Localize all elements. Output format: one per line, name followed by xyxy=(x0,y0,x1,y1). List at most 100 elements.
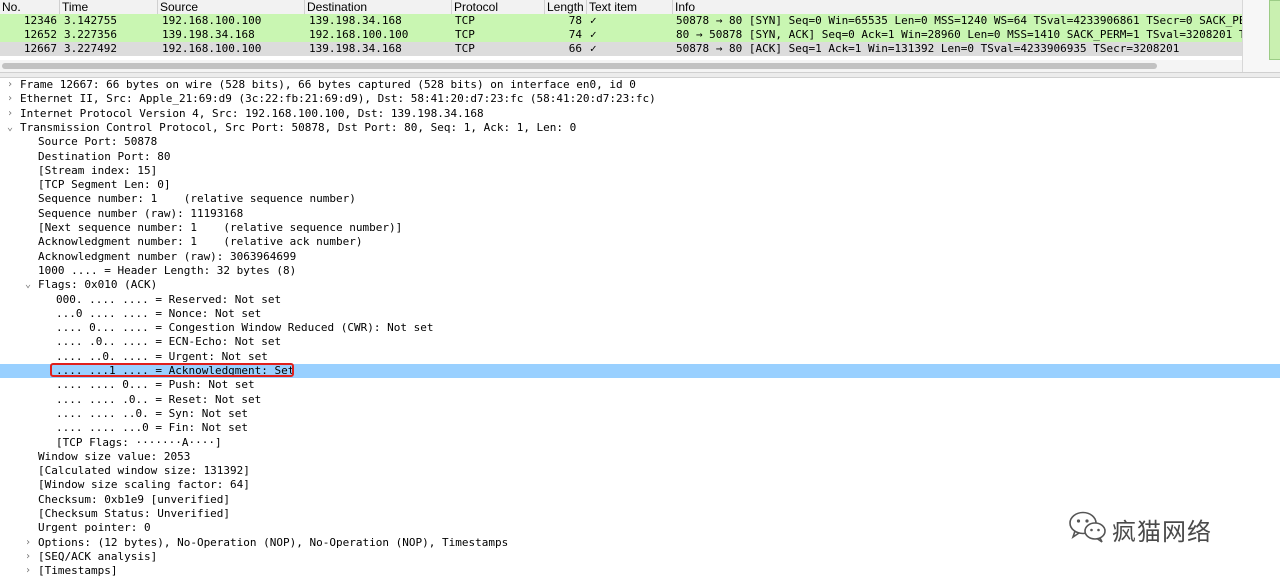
detail-text: Internet Protocol Version 4, Src: 192.16… xyxy=(20,106,484,120)
packet-length: 66 xyxy=(568,42,582,55)
packet-destination: 192.168.100.100 xyxy=(309,28,409,41)
detail-row[interactable]: › [SEQ/ACK analysis] xyxy=(0,550,1280,564)
packet-row-selected[interactable]: 12667 3.227492 192.168.100.100 139.198.3… xyxy=(0,42,1242,56)
packet-list-pane[interactable]: No. Time Source Destination Protocol Len… xyxy=(0,0,1280,72)
packet-no: 12652 xyxy=(23,28,57,41)
detail-row[interactable]: .... .... 0... = Push: Not set xyxy=(0,378,1280,392)
column-header-text-item[interactable]: Text item xyxy=(587,0,673,14)
detail-row[interactable]: .... .0.. .... = ECN-Echo: Not set xyxy=(0,335,1280,349)
column-header-time[interactable]: Time xyxy=(60,0,158,14)
detail-text: .... .... ...0 = Fin: Not set xyxy=(56,421,249,435)
packet-list-header: No. Time Source Destination Protocol Len… xyxy=(0,0,1242,15)
collapsed-arrow-icon[interactable]: › xyxy=(4,92,16,106)
detail-row[interactable]: [Calculated window size: 131392] xyxy=(0,464,1280,478)
watermark: 疯猫网络 xyxy=(1068,510,1248,546)
detail-row[interactable]: ⌄ Flags: 0x010 (ACK) xyxy=(0,278,1280,292)
detail-row[interactable]: [Next sequence number: 1 (relative seque… xyxy=(0,221,1280,235)
packet-protocol: TCP xyxy=(455,42,475,55)
detail-row[interactable]: Acknowledgment number (raw): 3063964699 xyxy=(0,250,1280,264)
collapsed-arrow-icon[interactable]: › xyxy=(4,78,16,92)
detail-text: [TCP Segment Len: 0] xyxy=(38,178,171,192)
scrollbar-thumb[interactable] xyxy=(2,63,1157,69)
packet-source: 192.168.100.100 xyxy=(162,14,262,27)
annotation-highlight-box xyxy=(50,363,294,377)
column-header-length[interactable]: Length xyxy=(545,0,587,14)
detail-text: .... .... .0.. = Reset: Not set xyxy=(56,392,262,406)
packet-source: 192.168.100.100 xyxy=(162,42,262,55)
collapsed-arrow-icon[interactable]: › xyxy=(22,536,34,550)
packet-row[interactable]: 12652 3.227356 139.198.34.168 192.168.10… xyxy=(0,28,1242,42)
column-header-source[interactable]: Source xyxy=(158,0,305,14)
detail-row[interactable]: Destination Port: 80 xyxy=(0,150,1280,164)
detail-text: Transmission Control Protocol, Src Port:… xyxy=(20,120,577,134)
detail-row[interactable]: Checksum: 0xb1e9 [unverified] xyxy=(0,493,1280,507)
packet-row[interactable]: 12346 3.142755 192.168.100.100 139.198.3… xyxy=(0,14,1242,28)
detail-text: [Window size scaling factor: 64] xyxy=(38,478,250,492)
detail-row[interactable]: [Window size scaling factor: 64] xyxy=(0,478,1280,492)
detail-row[interactable]: .... .... .0.. = Reset: Not set xyxy=(0,393,1280,407)
detail-row[interactable]: [TCP Segment Len: 0] xyxy=(0,178,1280,192)
detail-row[interactable]: › Internet Protocol Version 4, Src: 192.1… xyxy=(0,107,1280,121)
packet-details-pane[interactable]: › Frame 12667: 66 bytes on wire (528 bits… xyxy=(0,78,1280,584)
detail-text: Acknowledgment number: 1 (relative ack n… xyxy=(38,235,363,249)
packet-time: 3.142755 xyxy=(64,14,117,27)
detail-text: [Timestamps] xyxy=(38,564,118,578)
detail-row[interactable]: Sequence number (raw): 11193168 xyxy=(0,207,1280,221)
detail-row[interactable]: Window size value: 2053 xyxy=(0,450,1280,464)
detail-row[interactable]: › Ethernet II, Src: Apple_21:69:d9 (3c:22… xyxy=(0,92,1280,106)
detail-text: .... 0... .... = Congestion Window Reduc… xyxy=(56,321,434,335)
collapsed-arrow-icon[interactable]: › xyxy=(22,550,34,564)
packet-no: 12667 xyxy=(23,42,57,55)
detail-text: .... .... 0... = Push: Not set xyxy=(56,378,255,392)
expanded-arrow-icon[interactable]: ⌄ xyxy=(22,278,34,292)
detail-row[interactable]: .... .... ..0. = Syn: Not set xyxy=(0,407,1280,421)
detail-row[interactable]: .... ..0. .... = Urgent: Not set xyxy=(0,350,1280,364)
horizontal-scrollbar[interactable] xyxy=(0,60,1242,72)
detail-row[interactable]: › Frame 12667: 66 bytes on wire (528 bits… xyxy=(0,78,1280,92)
detail-row[interactable]: Acknowledgment number: 1 (relative ack n… xyxy=(0,235,1280,249)
detail-text: 000. .... .... = Reserved: Not set xyxy=(56,292,282,306)
column-header-no[interactable]: No. xyxy=(0,0,60,14)
detail-row[interactable]: [Stream index: 15] xyxy=(0,164,1280,178)
packet-length: 78 xyxy=(568,14,582,27)
detail-text: Checksum: 0xb1e9 [unverified] xyxy=(38,492,231,506)
detail-row[interactable]: [TCP Flags: ·······A····] xyxy=(0,436,1280,450)
detail-row[interactable]: Source Port: 50878 xyxy=(0,135,1280,149)
packet-length: 74 xyxy=(568,28,582,41)
detail-row[interactable]: 1000 .... = Header Length: 32 bytes (8) xyxy=(0,264,1280,278)
detail-row[interactable]: ⌄ Transmission Control Protocol, Src Port… xyxy=(0,121,1280,135)
detail-row[interactable]: Sequence number: 1 (relative sequence nu… xyxy=(0,192,1280,206)
packet-minimap[interactable] xyxy=(1242,0,1280,72)
detail-text: [Stream index: 15] xyxy=(38,163,158,177)
detail-text: Acknowledgment number (raw): 3063964699 xyxy=(38,249,297,263)
minimap-thumb[interactable] xyxy=(1269,0,1280,60)
column-header-destination[interactable]: Destination xyxy=(305,0,452,14)
detail-text: Urgent pointer: 0 xyxy=(38,521,151,535)
detail-text: .... .0.. .... = ECN-Echo: Not set xyxy=(56,335,282,349)
detail-text: Window size value: 2053 xyxy=(38,449,191,463)
detail-text: Sequence number (raw): 11193168 xyxy=(38,206,244,220)
detail-text: Source Port: 50878 xyxy=(38,135,158,149)
packet-text-item-check: ✓ xyxy=(590,42,597,55)
detail-row[interactable]: 000. .... .... = Reserved: Not set xyxy=(0,293,1280,307)
packet-destination: 139.198.34.168 xyxy=(309,42,402,55)
collapsed-arrow-icon[interactable]: › xyxy=(4,107,16,121)
detail-text: Sequence number: 1 (relative sequence nu… xyxy=(38,192,356,206)
packet-no: 12346 xyxy=(23,14,57,27)
column-header-info[interactable]: Info xyxy=(673,0,1242,14)
detail-row[interactable]: .... 0... .... = Congestion Window Reduc… xyxy=(0,321,1280,335)
packet-text-item-check: ✓ xyxy=(590,14,597,27)
detail-text: Options: (12 bytes), No-Operation (NOP),… xyxy=(38,535,509,549)
collapsed-arrow-icon[interactable]: › xyxy=(22,564,34,578)
detail-text: [Calculated window size: 131392] xyxy=(38,464,250,478)
detail-text: 1000 .... = Header Length: 32 bytes (8) xyxy=(38,263,297,277)
detail-text: ...0 .... .... = Nonce: Not set xyxy=(56,306,262,320)
detail-row[interactable]: ...0 .... .... = Nonce: Not set xyxy=(0,307,1280,321)
expanded-arrow-icon[interactable]: ⌄ xyxy=(4,121,16,135)
packet-info: 80 → 50878 [SYN, ACK] Seq=0 Ack=1 Win=28… xyxy=(676,28,1242,41)
detail-row[interactable]: › [Timestamps] xyxy=(0,564,1280,578)
packet-text-item-check: ✓ xyxy=(590,28,597,41)
packet-info: 50878 → 80 [SYN] Seq=0 Win=65535 Len=0 M… xyxy=(676,14,1242,27)
column-header-protocol[interactable]: Protocol xyxy=(452,0,545,14)
detail-row[interactable]: .... .... ...0 = Fin: Not set xyxy=(0,421,1280,435)
